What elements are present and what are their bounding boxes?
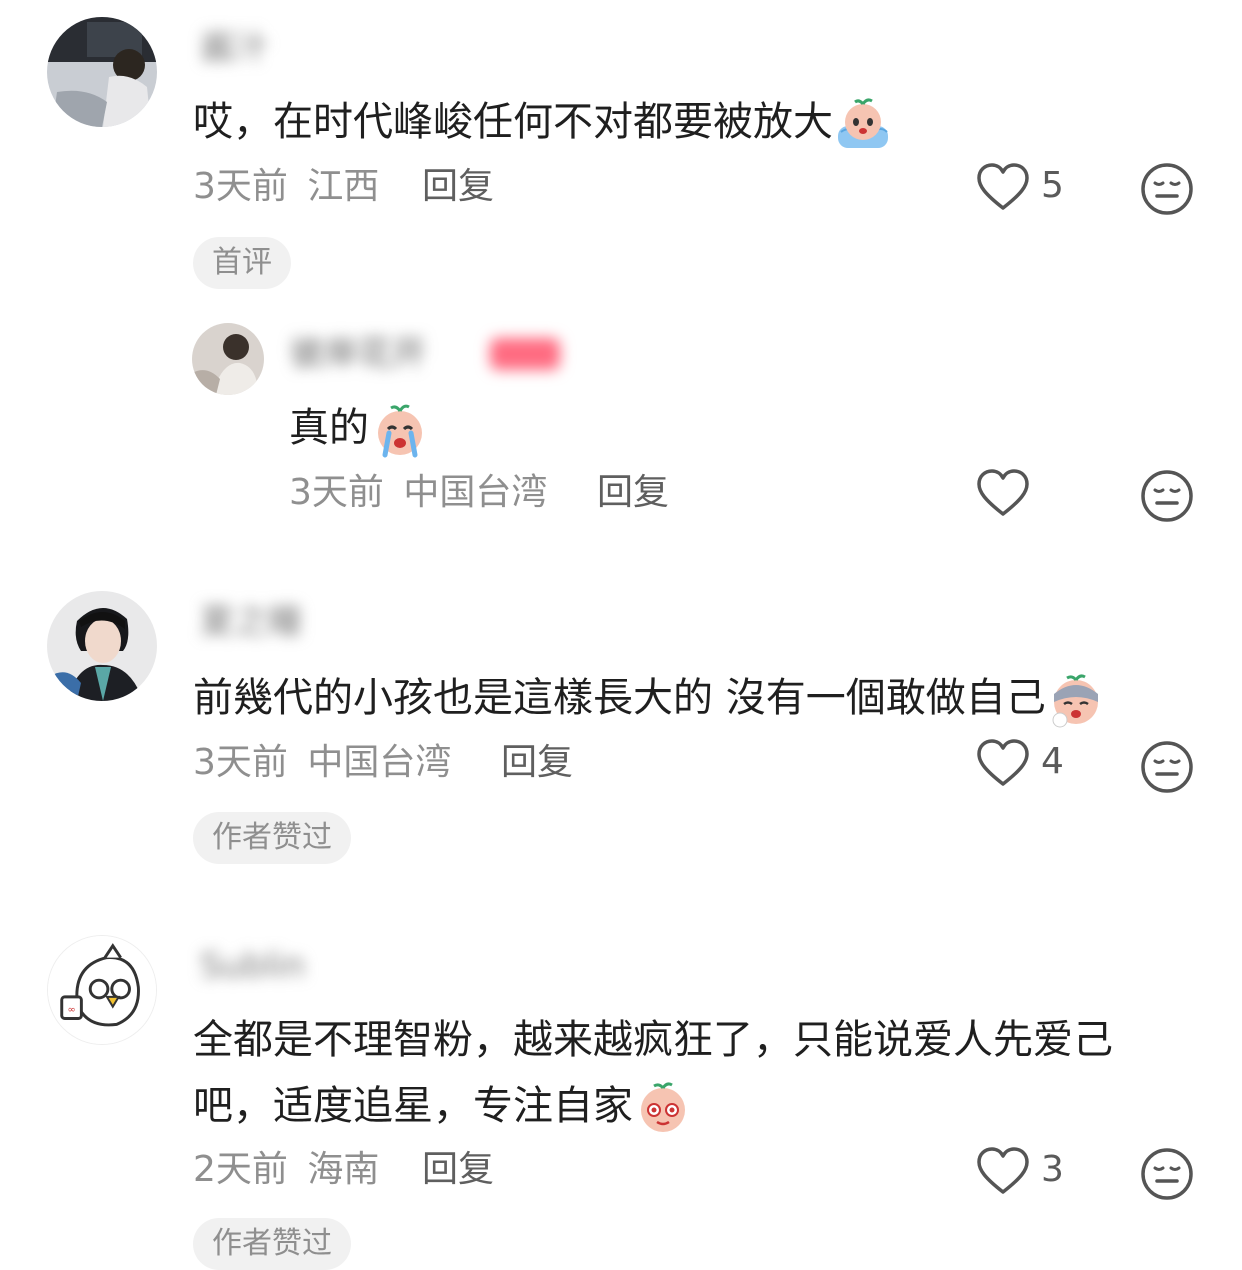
crying-peach-emoji: [835, 96, 891, 152]
reply-text: 真的: [289, 398, 429, 459]
reply-button[interactable]: 回复: [422, 165, 494, 209]
like-button[interactable]: 5: [975, 160, 1085, 216]
author-tag: [490, 338, 560, 370]
username[interactable]: Sublin: [200, 944, 305, 988]
comment-text: 哎，在时代峰峻任何不对都要被放大: [193, 92, 891, 152]
reply-button[interactable]: 回复: [422, 1148, 494, 1192]
meh-face-icon: [1141, 163, 1193, 215]
sick-peach-emoji: [1048, 672, 1104, 728]
comment-text: 前幾代的小孩也是這樣長大的 沒有一個敢做自己: [193, 668, 1104, 728]
comment-text-continued: 吧，适度追星，专注自家: [193, 1076, 691, 1136]
comment-meta: 3天前 江西: [193, 165, 379, 209]
comment-meta: 3天前 中国台湾: [193, 741, 451, 785]
location: 中国台湾: [403, 472, 548, 513]
first-comment-badge: 首评: [193, 237, 291, 289]
reply-button[interactable]: 回复: [597, 471, 669, 515]
username[interactable]: 酱汁: [200, 26, 268, 70]
comment-text: 全都是不理智粉，越来越疯狂了，只能说爱人先爱己: [193, 1017, 1113, 1063]
avatar[interactable]: [192, 323, 264, 395]
username[interactable]: 彼岸花开: [290, 332, 426, 376]
timestamp: 3天前: [289, 472, 384, 513]
meh-face-icon: [1141, 1148, 1193, 1200]
like-button[interactable]: [975, 466, 1031, 522]
avatar[interactable]: [47, 17, 157, 127]
comment-meta: 3天前 中国台湾: [289, 471, 547, 515]
comment-meta: 2天前 海南: [193, 1148, 379, 1192]
heart-icon: [977, 469, 1029, 516]
timestamp: 3天前: [193, 166, 288, 207]
like-count: 4: [1041, 741, 1064, 782]
svg-text:∞: ∞: [67, 1005, 75, 1016]
heart-icon: [977, 163, 1029, 210]
reply-button[interactable]: 回复: [501, 741, 573, 785]
dislike-button[interactable]: [1140, 469, 1194, 523]
sobbing-peach-emoji: [371, 401, 429, 459]
location: 中国台湾: [307, 742, 452, 783]
heart-icon: [977, 739, 1029, 786]
heart-icon: [977, 1147, 1029, 1194]
dislike-button[interactable]: [1140, 740, 1194, 794]
author-liked-badge: 作者赞过: [193, 812, 351, 864]
dizzy-peach-emoji: [635, 1080, 691, 1136]
dislike-button[interactable]: [1140, 1147, 1194, 1201]
location: 海南: [307, 1149, 380, 1190]
avatar[interactable]: [47, 591, 157, 701]
meh-face-icon: [1141, 741, 1193, 793]
like-count: 5: [1041, 165, 1064, 206]
avatar[interactable]: ∞: [47, 935, 157, 1045]
like-button[interactable]: 3: [975, 1144, 1085, 1200]
dislike-button[interactable]: [1140, 162, 1194, 216]
author-liked-badge: 作者赞过: [193, 1218, 351, 1270]
like-count: 3: [1041, 1149, 1064, 1190]
username[interactable]: 夏之瞳: [200, 600, 302, 644]
meh-face-icon: [1141, 470, 1193, 522]
like-button[interactable]: 4: [975, 736, 1085, 792]
timestamp: 3天前: [193, 742, 288, 783]
timestamp: 2天前: [193, 1149, 288, 1190]
location: 江西: [307, 166, 380, 207]
